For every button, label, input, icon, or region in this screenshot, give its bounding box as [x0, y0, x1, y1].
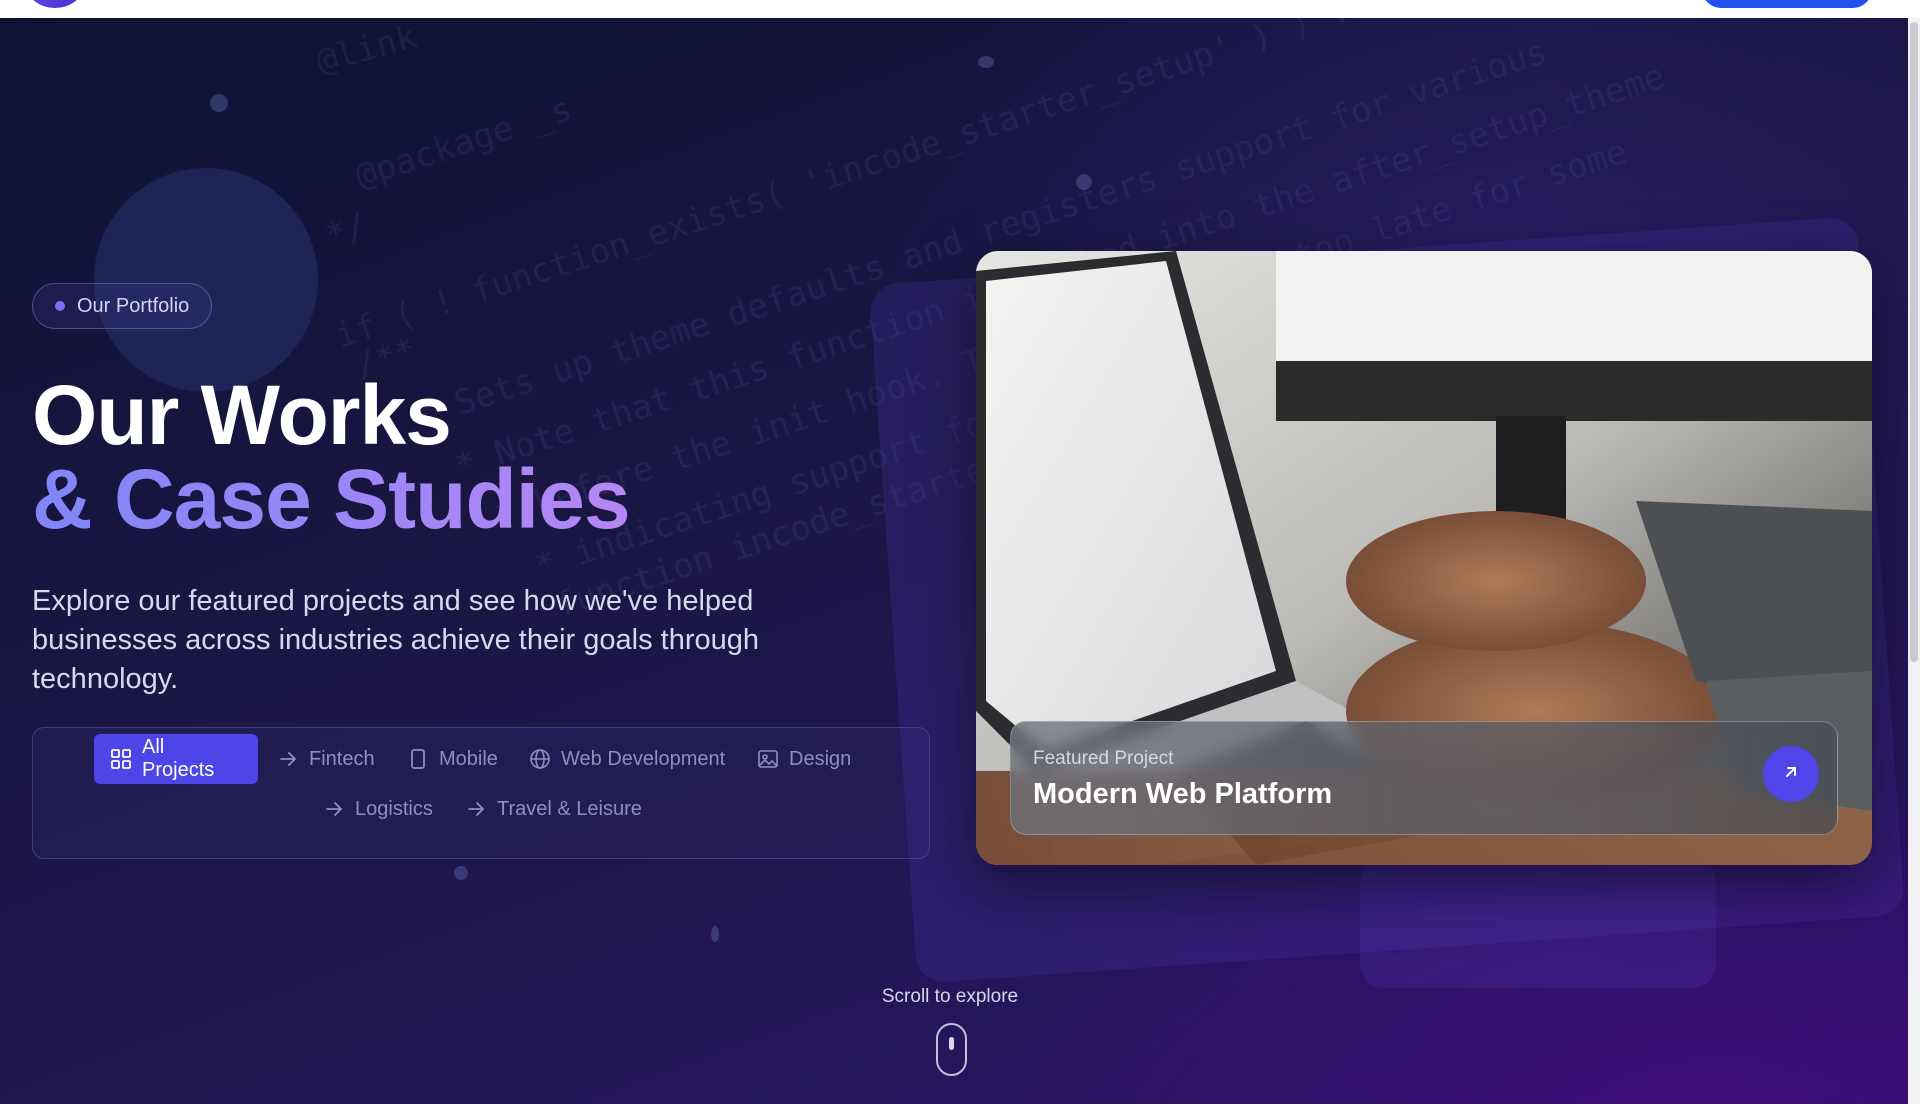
open-project-button[interactable]: [1763, 746, 1819, 802]
decorative-dot: [454, 866, 468, 880]
nav-cta-button[interactable]: [1702, 0, 1872, 8]
mouse-wheel: [949, 1037, 954, 1050]
filter-label: Mobile: [439, 747, 498, 770]
filter-label: Travel & Leisure: [497, 797, 642, 820]
filter-mobile[interactable]: Mobile: [407, 734, 498, 784]
arrow-right-icon: [323, 798, 345, 820]
project-filter-bar: All Projects Fintech Mobile Web Developm…: [32, 727, 930, 859]
title-line-2: & Case Studies: [32, 452, 631, 546]
filter-label: Web Development: [561, 747, 726, 770]
mouse-icon[interactable]: [936, 1023, 967, 1076]
featured-project-card[interactable]: Featured Project Modern Web Platform: [976, 251, 1872, 865]
top-nav-bar: [0, 0, 1920, 18]
filter-logistics[interactable]: Logistics: [323, 784, 433, 834]
scrollbar-thumb[interactable]: [1910, 22, 1918, 662]
filter-label: Fintech: [309, 747, 375, 770]
filter-travel-leisure[interactable]: Travel & Leisure: [465, 784, 642, 834]
title-line-1: Our Works: [32, 368, 452, 462]
featured-title: Modern Web Platform: [1033, 778, 1333, 810]
decorative-card-tab: [1360, 858, 1716, 988]
page-title: Our Works & Case Studies: [32, 368, 631, 546]
badge-label: Our Portfolio: [77, 294, 190, 317]
badge-dot: [55, 301, 65, 311]
filter-label: Design: [789, 747, 852, 770]
decorative-dot: [711, 926, 719, 942]
bottom-edge: [0, 1104, 1920, 1108]
hero-description: Explore our featured projects and see ho…: [32, 585, 760, 695]
code-line: @link: [312, 18, 421, 82]
featured-label: Featured Project: [1033, 748, 1174, 769]
filter-label: Logistics: [355, 797, 433, 820]
filter-web-development[interactable]: Web Development: [529, 734, 725, 784]
logo[interactable]: [28, 0, 82, 8]
portfolio-badge: Our Portfolio: [32, 283, 213, 329]
filter-fintech[interactable]: Fintech: [277, 734, 375, 784]
filter-label: All Projects: [142, 736, 215, 781]
hero-section: @link @package _s */ if ( ! function_exi…: [0, 18, 1908, 1104]
decorative-dot: [210, 94, 228, 112]
decorative-dot: [1076, 174, 1092, 190]
arrow-right-icon: [277, 748, 299, 770]
arrow-up-right-icon: [1781, 762, 1801, 787]
decorative-circle: [94, 168, 318, 392]
decorative-dot: [978, 56, 994, 68]
code-line: @package _s: [350, 89, 577, 197]
image-icon: [757, 748, 779, 770]
code-line: */: [320, 206, 371, 257]
featured-project-overlay: Featured Project Modern Web Platform: [1010, 721, 1838, 835]
scroll-hint-label: Scroll to explore: [881, 986, 1019, 1007]
filter-design[interactable]: Design: [757, 734, 851, 784]
filter-all-projects[interactable]: All Projects: [94, 734, 258, 784]
arrow-right-icon: [465, 798, 487, 820]
grid-icon: [110, 748, 132, 770]
globe-icon: [529, 748, 551, 770]
smartphone-icon: [407, 748, 429, 770]
